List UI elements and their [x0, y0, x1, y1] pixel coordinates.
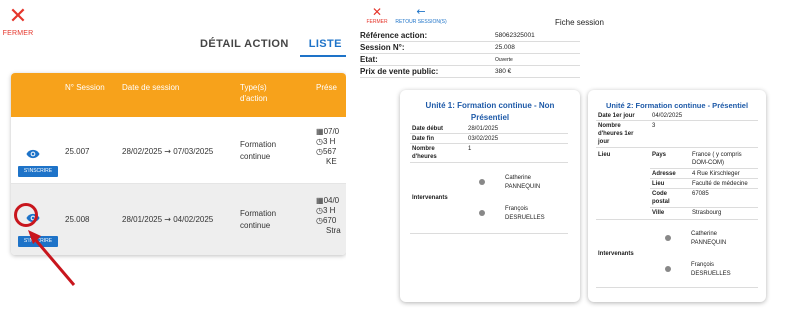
info-label: Etat: — [360, 55, 378, 64]
unit-2-card: Unité 2: Formation continue - Présentiel… — [588, 90, 766, 302]
page-title: Fiche session — [555, 18, 604, 27]
intervenant-last-name: DESRUELLES — [505, 215, 545, 221]
status-value: Ouverte — [495, 57, 513, 63]
intervenants-label: Intervenants — [598, 251, 634, 257]
heures-label-3: jour — [598, 139, 610, 145]
intervenant-first-name: François — [691, 262, 715, 268]
unit-1-card: Unité 1: Formation continue - Non Présen… — [400, 90, 580, 302]
divider — [596, 287, 758, 288]
ville-label: Ville — [652, 210, 665, 216]
divider — [596, 120, 758, 121]
session-detail-panel: ✕ FERMER ← RETOUR SESSION(S) Fiche sessi… — [355, 0, 800, 309]
session-list-panel: ✕ FERMER DÉTAIL ACTION LISTE N° Session D… — [0, 0, 346, 309]
intervenant-last-name: PANNEQUIN — [505, 184, 541, 190]
date-fin-value: 03/02/2025 — [468, 136, 499, 142]
info-value: 25.008 — [495, 44, 515, 51]
info-value: 58062325001 — [495, 32, 535, 39]
heures-value: 1 — [468, 146, 472, 152]
back-label: RETOUR SESSION(S) — [395, 19, 447, 25]
close-label: FERMER — [366, 19, 388, 25]
person-dot-icon — [665, 235, 671, 241]
divider — [410, 162, 568, 163]
lieu-sub-label: Lieu — [652, 181, 665, 187]
person-dot-icon — [665, 266, 671, 272]
price-value: 380 € — [495, 68, 512, 75]
adresse-value: 4 Rue Kirschleger — [692, 171, 740, 177]
date-debut-value: 28/01/2025 — [468, 126, 499, 132]
intervenant-last-name: DESRUELLES — [691, 271, 731, 277]
unit-title: Unité 2: Formation continue - Présentiel — [605, 101, 749, 110]
divider — [650, 178, 758, 179]
pays-value-2: DOM-COM) — [692, 160, 724, 166]
info-label: Session N°: — [360, 43, 405, 52]
intervenant-first-name: Catherine — [505, 175, 532, 181]
unit-title-line2: Présentiel — [470, 113, 510, 122]
screen: ✕ FERMER DÉTAIL ACTION LISTE N° Session D… — [0, 0, 800, 309]
intervenant-first-name: Catherine — [691, 231, 718, 237]
code-label: Code — [652, 191, 667, 197]
code-value: 67085 — [692, 191, 709, 197]
heures-value: 3 — [652, 123, 656, 129]
close-icon: ✕ — [371, 5, 383, 19]
close-button[interactable]: ✕ FERMER — [365, 6, 389, 25]
back-arrow-icon: ← — [416, 5, 426, 18]
info-row: Etat: Ouverte — [360, 54, 580, 66]
divider — [596, 147, 758, 148]
divider — [410, 143, 568, 144]
info-row: Prix de vente public: 380 € — [360, 66, 580, 78]
heures-label: Nombre — [412, 146, 435, 152]
back-to-sessions-button[interactable]: ← RETOUR SESSION(S) — [395, 5, 447, 26]
pays-label: Pays — [652, 152, 667, 158]
lieu-value: Faculté de médecine — [692, 181, 748, 187]
heures-label-2: d'heures — [412, 154, 437, 160]
divider — [410, 233, 568, 234]
date-label: Date 1er jour — [598, 113, 635, 119]
divider — [650, 168, 758, 169]
info-row: Référence action: 58062325001 — [360, 30, 580, 42]
adresse-label: Adresse — [652, 171, 676, 177]
divider — [650, 207, 758, 208]
date-debut-label: Date début — [412, 126, 444, 132]
pays-value: France ( y compris — [692, 152, 742, 158]
info-label: Prix de vente public: — [360, 67, 439, 76]
person-dot-icon — [479, 179, 485, 185]
person-dot-icon — [479, 210, 485, 216]
date-fin-label: Date fin — [412, 136, 435, 142]
lieu-label: Lieu — [598, 152, 611, 158]
heures-label-2: d'heures 1er — [598, 131, 634, 137]
divider — [410, 133, 568, 134]
info-row: Session N°: 25.008 — [360, 42, 580, 54]
date-value: 04/02/2025 — [652, 113, 683, 119]
heures-label: Nombre — [598, 123, 621, 129]
intervenants-label: Intervenants — [412, 195, 448, 201]
intervenant-first-name: François — [505, 206, 529, 212]
annotation-arrow-icon — [28, 230, 76, 286]
unit-title: Unité 1: Formation continue - Non — [425, 101, 555, 110]
divider — [596, 219, 758, 220]
ville-value: Strasbourg — [692, 210, 722, 216]
divider — [650, 188, 758, 189]
code-label-2: postal — [652, 199, 670, 205]
info-label: Référence action: — [360, 31, 428, 40]
intervenant-last-name: PANNEQUIN — [691, 240, 727, 246]
